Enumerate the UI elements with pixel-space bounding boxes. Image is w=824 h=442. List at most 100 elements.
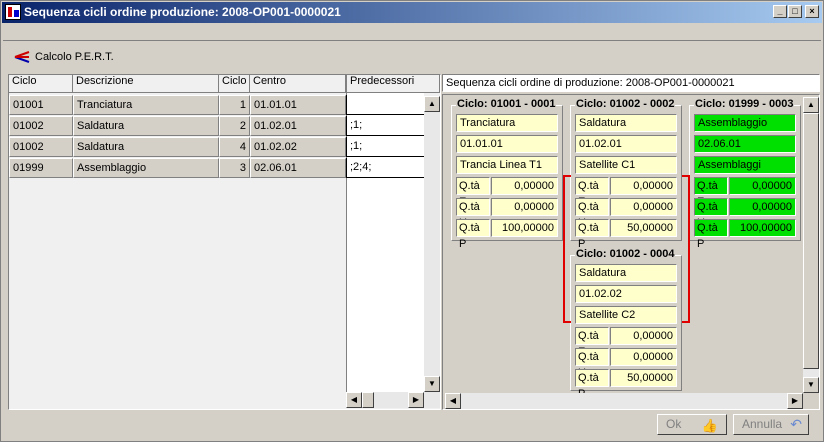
header-ciclo-num[interactable]: Ciclo <box>219 75 250 92</box>
qta-e-label: Q.tà E <box>694 177 728 208</box>
pert-icon <box>14 51 30 63</box>
cell-centro: 01.02.01 <box>250 116 346 136</box>
card-title: Ciclo: 01001 - 0001 <box>456 98 557 110</box>
ok-button[interactable]: Ok 👍 <box>657 414 727 435</box>
cell-descrizione: Saldatura <box>73 137 219 157</box>
card-centro: 01.01.01 <box>456 135 558 153</box>
cycle-card[interactable]: Ciclo: 01002 - 0004 Saldatura 01.02.02 Sate… <box>570 248 682 400</box>
cell-num: 1 <box>219 95 250 115</box>
scroll-up-arrow[interactable]: ▲ <box>424 96 440 112</box>
annulla-button[interactable]: Annulla ↶ <box>733 414 809 435</box>
cell-predecessori[interactable]: ;2;4; <box>346 158 424 178</box>
close-button[interactable]: × <box>805 5 819 18</box>
table-row[interactable]: 01002 Saldatura 4 01.02.02 <box>9 137 346 157</box>
qta-u-value: 0,00000 <box>491 198 558 216</box>
qta-u-label: Q.tà U <box>456 198 490 229</box>
sequence-connector-left <box>563 175 571 323</box>
cell-num: 3 <box>219 158 250 178</box>
qta-e-label: Q.tà E <box>456 177 490 208</box>
minimize-button[interactable]: _ <box>773 5 787 18</box>
maximize-button[interactable]: □ <box>788 5 802 18</box>
qta-p-value: 50,00000 <box>610 369 677 387</box>
qta-u-label: Q.tà U <box>575 198 609 229</box>
cycle-grid: Ciclo Descrizione Ciclo Centro Predecess… <box>8 74 441 410</box>
card-centro: 01.02.01 <box>575 135 677 153</box>
menu-strip <box>3 25 821 41</box>
qta-e-label: Q.tà E <box>575 327 609 358</box>
qta-p-value: 50,00000 <box>610 219 677 237</box>
app-window: Sequenza cicli ordine produzione: 2008-O… <box>0 0 824 442</box>
cell-centro: 02.06.01 <box>250 158 346 178</box>
card-centro: 01.02.02 <box>575 285 677 303</box>
undo-icon: ↶ <box>790 416 802 432</box>
cell-ciclo: 01002 <box>9 137 73 157</box>
card-macchina: Assemblaggi <box>694 156 796 174</box>
header-centro[interactable]: Centro <box>250 75 346 92</box>
app-icon <box>5 4 21 20</box>
cell-ciclo: 01001 <box>9 95 73 115</box>
card-centro: 02.06.01 <box>694 135 796 153</box>
diagram-scroll-thumb[interactable] <box>803 113 819 369</box>
cell-ciclo: 01002 <box>9 116 73 136</box>
qta-e-value: 0,00000 <box>491 177 558 195</box>
table-row[interactable]: 01001 Tranciatura 1 01.01.01 <box>9 95 346 115</box>
qta-e-value: 0,00000 <box>610 177 677 195</box>
header-predecessori[interactable]: Predecessori <box>346 75 440 92</box>
cell-predecessori[interactable]: ;1; <box>346 137 424 157</box>
qta-p-label: Q.tà P <box>575 219 609 250</box>
annulla-label: Annulla <box>742 417 783 431</box>
ok-label: Ok <box>666 417 682 431</box>
header-ciclo[interactable]: Ciclo <box>9 75 73 92</box>
qta-u-value: 0,00000 <box>729 198 796 216</box>
card-description: Tranciatura <box>456 114 558 132</box>
sequence-connector-right <box>682 175 690 323</box>
cell-centro: 01.01.01 <box>250 95 346 115</box>
qta-p-label: Q.tà P <box>575 369 609 400</box>
card-macchina: Trancia Linea T1 <box>456 156 558 174</box>
pert-button[interactable]: Calcolo P.E.R.T. <box>13 49 114 65</box>
qta-e-value: 0,00000 <box>729 177 796 195</box>
diagram-hscroll[interactable]: ◀ ▶ <box>445 393 803 409</box>
scroll-thumb[interactable] <box>362 392 374 408</box>
cell-descrizione: Saldatura <box>73 116 219 136</box>
cell-num: 4 <box>219 137 250 157</box>
diagram-scroll-up[interactable]: ▲ <box>803 97 819 113</box>
card-title: Ciclo: 01002 - 0004 <box>575 248 676 260</box>
table-row[interactable]: 01002 Saldatura 2 01.02.01 <box>9 116 346 136</box>
qta-u-label: Q.tà U <box>575 348 609 379</box>
pert-label: Calcolo P.E.R.T. <box>35 51 114 63</box>
qta-p-value: 100,00000 <box>729 219 796 237</box>
predecessori-hscroll[interactable]: ◀ ▶ <box>346 392 440 408</box>
qta-p-label: Q.tà P <box>694 219 728 250</box>
diagram-scroll-right[interactable]: ▶ <box>787 393 803 409</box>
card-description: Saldatura <box>575 114 677 132</box>
diagram-scroll-down[interactable]: ▼ <box>803 377 819 393</box>
scroll-down-arrow[interactable]: ▼ <box>424 376 440 392</box>
card-title: Ciclo: 01999 - 0003 <box>694 98 795 110</box>
predecessori-vscroll[interactable]: ▲ ▼ <box>424 96 440 392</box>
sequence-caption: Sequenza cicli ordine di produzione: 200… <box>442 74 820 92</box>
qta-u-value: 0,00000 <box>610 348 677 366</box>
qta-u-label: Q.tà U <box>694 198 728 229</box>
diagram-scroll-left[interactable]: ◀ <box>445 393 461 409</box>
card-macchina: Satellite C1 <box>575 156 677 174</box>
qta-p-value: 100,00000 <box>491 219 558 237</box>
cycle-card[interactable]: Ciclo: 01002 - 0002 Saldatura 01.02.01 Sate… <box>570 98 682 250</box>
card-description: Assemblaggio <box>694 114 796 132</box>
cycle-card[interactable]: Ciclo: 01001 - 0001 Tranciatura 01.01.01 Tr… <box>451 98 563 250</box>
cell-ciclo: 01999 <box>9 158 73 178</box>
cell-predecessori[interactable] <box>346 95 424 115</box>
cell-descrizione: Assemblaggio <box>73 158 219 178</box>
cell-centro: 01.02.02 <box>250 137 346 157</box>
cell-num: 2 <box>219 116 250 136</box>
header-descrizione[interactable]: Descrizione <box>73 75 219 92</box>
qta-e-value: 0,00000 <box>610 327 677 345</box>
sequence-diagram: Ciclo: 01001 - 0001 Tranciatura 01.01.01 Tr… <box>442 94 820 410</box>
diagram-vscroll[interactable]: ▲ ▼ <box>803 97 819 393</box>
table-row[interactable]: 01999 Assemblaggio 3 02.06.01 <box>9 158 346 178</box>
scroll-right-arrow[interactable]: ▶ <box>408 392 424 408</box>
cell-predecessori[interactable]: ;1; <box>346 116 424 136</box>
scroll-left-arrow[interactable]: ◀ <box>346 392 362 408</box>
card-title: Ciclo: 01002 - 0002 <box>575 98 676 110</box>
cycle-card[interactable]: Ciclo: 01999 - 0003 Assemblaggio 02.06.01 A… <box>689 98 801 250</box>
